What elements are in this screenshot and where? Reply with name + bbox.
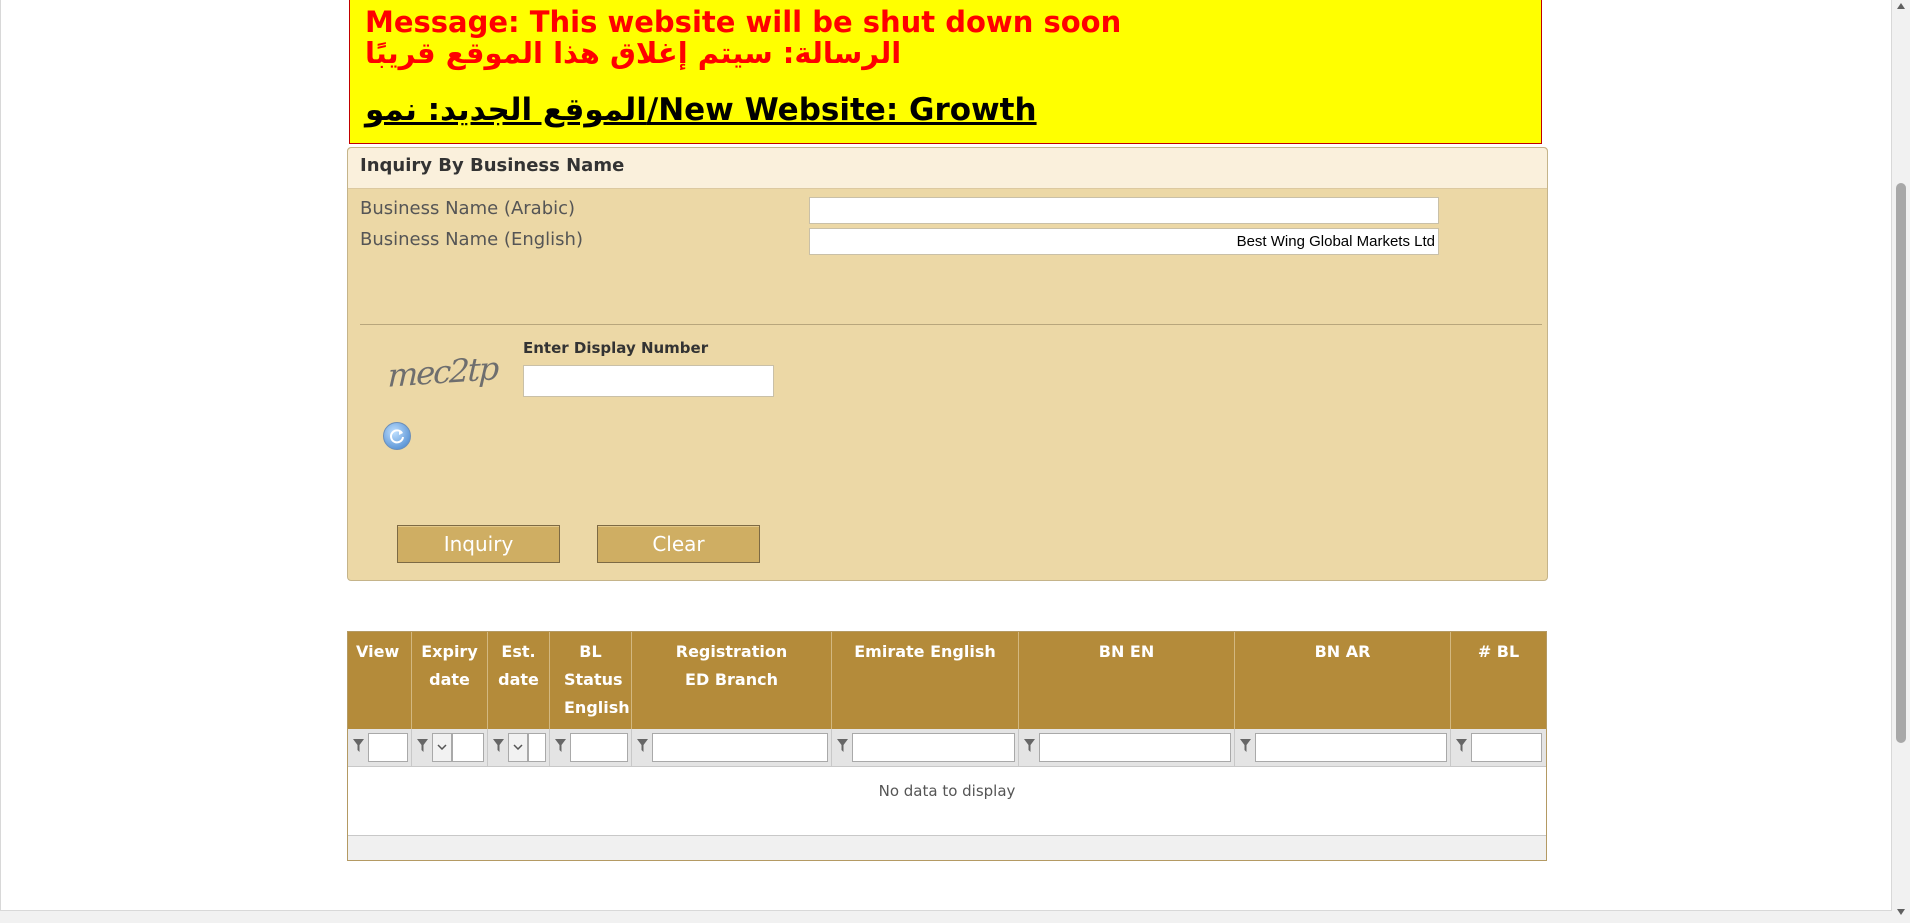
no-data-message: No data to display	[878, 782, 1016, 800]
column-header-expiry-date[interactable]: Expiry date	[412, 632, 488, 729]
business-name-arabic-input[interactable]	[809, 197, 1439, 224]
new-website-link[interactable]: الموقع الجديد: نمو/New Website: Growth	[365, 92, 1037, 128]
filter-icon[interactable]	[353, 739, 364, 753]
clear-button[interactable]: Clear	[597, 525, 760, 563]
filter-icon[interactable]	[837, 739, 848, 753]
banner-message-english: Message: This website will be shut down …	[365, 5, 1122, 39]
filter-input-bn-ar[interactable]	[1255, 733, 1447, 762]
filter-input-expiry-date[interactable]	[452, 733, 484, 762]
column-header-view[interactable]: View	[348, 632, 412, 729]
filter-cell-bl-number	[1451, 729, 1546, 766]
captcha-image: mec2tp	[387, 349, 498, 395]
filter-input-registration-branch[interactable]	[652, 733, 828, 762]
column-header-est-date[interactable]: Est. date	[488, 632, 550, 729]
column-header-bn-ar[interactable]: BN AR	[1235, 632, 1451, 729]
filter-cell-expiry-date	[412, 729, 488, 766]
banner-message-arabic: الرسالة: سيتم إغلاق هذا الموقع قريبًا	[365, 36, 902, 70]
vertical-scrollbar[interactable]	[1892, 0, 1910, 923]
filter-cell-view	[348, 729, 412, 766]
filter-cell-est-date	[488, 729, 550, 766]
panel-divider	[360, 324, 1542, 325]
column-header-emirate-english[interactable]: Emirate English	[832, 632, 1019, 729]
column-header-bl-status[interactable]: BL Status English	[550, 632, 632, 729]
panel-header: Inquiry By Business Name	[348, 148, 1547, 189]
shutdown-banner: Message: This website will be shut down …	[349, 0, 1542, 144]
scroll-down-arrow-icon[interactable]	[1897, 909, 1905, 915]
filter-icon[interactable]	[1456, 739, 1467, 753]
filter-cell-emirate-english	[832, 729, 1019, 766]
filter-cell-bl-status	[550, 729, 632, 766]
business-name-arabic-label: Business Name (Arabic)	[360, 198, 576, 219]
filter-input-bl-number[interactable]	[1471, 733, 1542, 762]
page-frame: Message: This website will be shut down …	[0, 0, 1892, 911]
column-header-bn-en[interactable]: BN EN	[1019, 632, 1235, 729]
filter-cell-bn-en	[1019, 729, 1235, 766]
business-name-english-input[interactable]	[809, 228, 1439, 255]
filter-icon[interactable]	[1240, 739, 1251, 753]
scroll-thumb[interactable]	[1896, 183, 1906, 743]
panel-title: Inquiry By Business Name	[360, 155, 625, 176]
filter-cell-bn-ar	[1235, 729, 1451, 766]
chevron-down-icon[interactable]	[508, 733, 528, 762]
grid-pager	[348, 835, 1546, 860]
display-number-label: Enter Display Number	[523, 339, 709, 357]
column-header-registration-branch[interactable]: Registration ED Branch	[632, 632, 832, 729]
filter-input-emirate-english[interactable]	[852, 733, 1015, 762]
filter-icon[interactable]	[1024, 739, 1035, 753]
inquiry-button[interactable]: Inquiry	[397, 525, 560, 563]
filter-cell-registration-branch	[632, 729, 832, 766]
filter-icon[interactable]	[637, 739, 648, 753]
filter-input-est-date[interactable]	[528, 733, 546, 762]
refresh-icon[interactable]	[383, 422, 411, 450]
business-name-english-label: Business Name (English)	[360, 229, 583, 250]
filter-icon[interactable]	[417, 739, 428, 753]
filter-icon[interactable]	[555, 739, 566, 753]
filter-row	[348, 729, 1546, 767]
filter-input-view[interactable]	[368, 733, 408, 762]
chevron-down-icon[interactable]	[432, 733, 452, 762]
results-grid: View Expiry date Est. date BL Status Eng…	[347, 631, 1547, 861]
scroll-up-arrow-icon[interactable]	[1897, 3, 1905, 9]
display-number-input[interactable]	[523, 365, 774, 397]
inquiry-panel: Inquiry By Business Name Business Name (…	[347, 147, 1548, 581]
horizontal-scrollbar[interactable]	[0, 911, 1892, 923]
filter-input-bn-en[interactable]	[1039, 733, 1231, 762]
filter-input-bl-status[interactable]	[570, 733, 628, 762]
grid-header: View Expiry date Est. date BL Status Eng…	[348, 632, 1546, 729]
column-header-bl-number[interactable]: # BL	[1451, 632, 1546, 729]
filter-icon[interactable]	[493, 739, 504, 753]
